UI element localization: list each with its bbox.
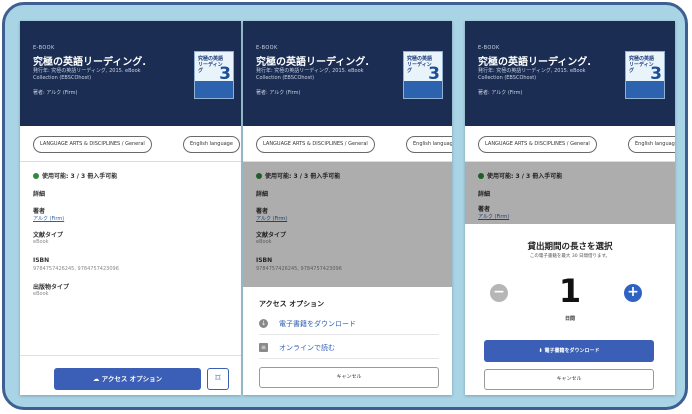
checkout-subtitle: この電子書籍を最大 30 日間借ります。	[529, 254, 611, 259]
pub-type-value: eBook	[33, 291, 49, 297]
type-label: E-BOOK	[33, 45, 55, 51]
isbn-value: 9784757426245, 9784757423096	[33, 266, 119, 272]
subject-chip[interactable]: English language	[628, 136, 675, 153]
access-options-button[interactable]: ☁ アクセス オプション	[54, 368, 201, 390]
author-info: 著者: アルク (Firm)	[478, 90, 523, 96]
cancel-button[interactable]: キャンセル	[259, 367, 439, 388]
subject-chip[interactable]: LANGUAGE ARTS & DISCIPLINES / General	[478, 136, 597, 153]
modal-overlay[interactable]	[465, 162, 675, 224]
days-value: 1	[558, 272, 582, 310]
book-header: E-BOOK 究極の英語リーディング. 発行年: 究極の英語リーディング, 20…	[465, 21, 675, 126]
book-title: 究極の英語リーディング.	[478, 57, 592, 68]
subject-chips: LANGUAGE ARTS & DISCIPLINES / General En…	[20, 127, 241, 162]
publisher-info: 発行年: 究極の英語リーディング, 2015. eBook Collection…	[256, 68, 364, 81]
book-header: E-BOOK 究極の英語リーディング. 発行年: 究極の英語リーディング, 20…	[20, 21, 241, 126]
plus-icon: +	[627, 284, 639, 300]
author-heading: 著者	[33, 208, 46, 215]
availability-status: 使用可能: 3 / 3 冊入手可能	[33, 171, 117, 180]
action-bar: ☁ アクセス オプション ⌑	[20, 355, 241, 395]
cloud-icon: ☁	[92, 375, 102, 383]
subject-chips: LANGUAGE ARTS & DISCIPLINES / General En…	[243, 127, 452, 162]
type-label: E-BOOK	[478, 45, 500, 51]
doc-type-value: eBook	[33, 239, 49, 245]
publisher-info: 発行年: 究極の英語リーディング, 2015. eBook Collection…	[33, 68, 141, 81]
check-icon	[33, 173, 39, 179]
book-cover: 究極の英語リーディング 3	[625, 51, 665, 99]
modal-overlay[interactable]	[243, 162, 452, 287]
screenshot-frame: E-BOOK 究極の英語リーディング. 発行年: 究極の英語リーディング, 20…	[2, 2, 688, 410]
document-icon: ≡	[259, 343, 268, 352]
checkout-period-sheet: 貸出期間の長さを選択 この電子書籍を最大 30 日間借ります。 − 1 + 日間…	[465, 224, 675, 395]
increase-days-button[interactable]: +	[624, 284, 642, 302]
download-ebook-button[interactable]: ⬇ 電子書籍をダウンロード	[484, 340, 654, 362]
publisher-info: 発行年: 究極の英語リーディング, 2015. eBook Collection…	[478, 68, 586, 81]
subject-chip[interactable]: LANGUAGE ARTS & DISCIPLINES / General	[33, 136, 152, 153]
cancel-button[interactable]: キャンセル	[484, 369, 654, 390]
bookmark-button[interactable]: ⌑	[207, 368, 229, 390]
access-options-sheet: アクセス オプション ↓ 電子書籍をダウンロード ≡ オンラインで読む キャンセ…	[243, 287, 452, 395]
author-link[interactable]: アルク (Firm)	[33, 215, 64, 222]
subject-chip[interactable]: LANGUAGE ARTS & DISCIPLINES / General	[256, 136, 375, 153]
subject-chip[interactable]: English language	[406, 136, 452, 153]
subject-chip[interactable]: English language	[183, 136, 240, 153]
subject-chips: LANGUAGE ARTS & DISCIPLINES / General En…	[465, 127, 675, 162]
author-info: 著者: アルク (Firm)	[256, 90, 301, 96]
checkout-period-screen: E-BOOK 究極の英語リーディング. 発行年: 究極の英語リーディング, 20…	[465, 21, 675, 395]
read-online-option[interactable]: ≡ オンラインで読む	[259, 337, 439, 359]
book-title: 究極の英語リーディング.	[33, 57, 147, 68]
details-heading: 詳細	[33, 191, 46, 198]
book-cover: 究極の英語リーディング 3	[403, 51, 443, 99]
type-label: E-BOOK	[256, 45, 278, 51]
download-option[interactable]: ↓ 電子書籍をダウンロード	[259, 313, 439, 335]
author-info: 著者: アルク (Firm)	[33, 90, 78, 96]
days-unit: 日間	[564, 316, 575, 322]
book-header: E-BOOK 究極の英語リーディング. 発行年: 究極の英語リーディング, 20…	[243, 21, 452, 126]
pub-type-heading: 出版物タイプ	[33, 284, 70, 291]
download-icon: ↓	[259, 319, 268, 328]
doc-type-heading: 文献タイプ	[33, 232, 64, 239]
sheet-title: アクセス オプション	[259, 300, 325, 308]
book-cover: 究極の英語リーディング 3	[194, 51, 234, 99]
checkout-title: 貸出期間の長さを選択	[527, 242, 613, 252]
access-options-screen: E-BOOK 究極の英語リーディング. 発行年: 究極の英語リーディング, 20…	[243, 21, 452, 395]
ebook-detail-screen: E-BOOK 究極の英語リーディング. 発行年: 究極の英語リーディング, 20…	[20, 21, 241, 395]
isbn-heading: ISBN	[33, 257, 50, 264]
bookmark-icon: ⌑	[215, 373, 221, 384]
book-title: 究極の英語リーディング.	[256, 57, 370, 68]
